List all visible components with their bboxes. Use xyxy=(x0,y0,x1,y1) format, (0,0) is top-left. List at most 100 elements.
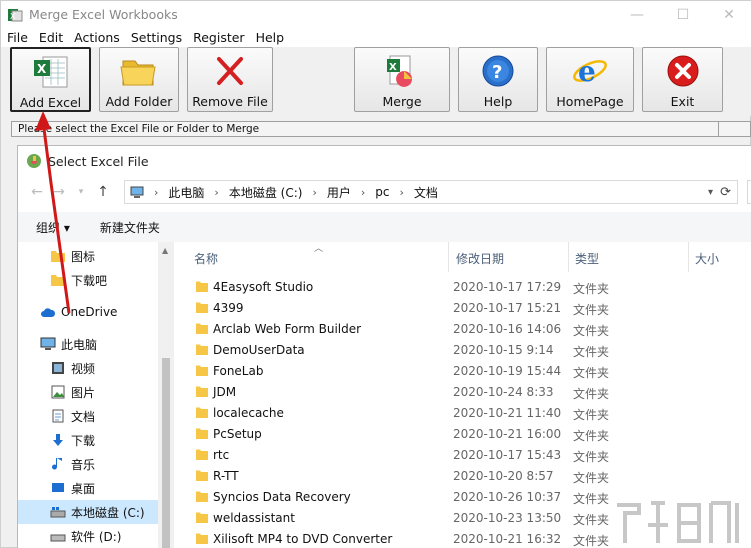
file-type: 文件夹 xyxy=(573,345,610,359)
remove-file-label: Remove File xyxy=(192,94,268,109)
file-row[interactable]: R-TT 2020-10-20 8:57 文件夹 xyxy=(196,466,751,487)
menu-settings[interactable]: Settings xyxy=(125,30,187,45)
menu-help[interactable]: Help xyxy=(250,30,290,45)
folder-icon xyxy=(120,60,156,86)
search-input[interactable] xyxy=(747,180,751,204)
close-button[interactable]: ✕ xyxy=(706,1,751,28)
svg-text:X: X xyxy=(37,62,47,76)
file-name: weldassistant xyxy=(213,511,295,525)
add-excel-button[interactable]: X Add Excel xyxy=(10,47,91,112)
file-row[interactable]: 4Easysoft Studio 2020-10-17 17:29 文件夹 xyxy=(196,277,751,298)
file-row[interactable]: PcSetup 2020-10-21 16:00 文件夹 xyxy=(196,424,751,445)
toolbar: X Add Excel Add Folder Remove File X Mer… xyxy=(1,47,751,116)
title-bar: X Merge Excel Workbooks — ☐ ✕ xyxy=(1,1,751,28)
svg-text:e: e xyxy=(578,55,596,88)
nav-item-xiazaiba[interactable]: 下载吧 xyxy=(18,268,158,292)
nav-item-downloads[interactable]: 下载 xyxy=(18,428,158,452)
forward-arrow-icon[interactable]: → xyxy=(48,184,70,200)
computer-icon xyxy=(40,336,56,352)
nav-item-documents[interactable]: 文档 xyxy=(18,404,158,428)
remove-x-icon xyxy=(217,57,243,85)
menu-register[interactable]: Register xyxy=(187,30,249,45)
status-bar: Please select the Excel File or Folder t… xyxy=(11,121,751,137)
breadcrumb-users[interactable]: 用户 xyxy=(327,184,351,201)
breadcrumb-pc[interactable]: pc xyxy=(375,185,389,199)
refresh-icon[interactable]: ⟳ xyxy=(720,185,731,200)
folder-icon xyxy=(196,512,208,523)
nav-item-icons[interactable]: 图标 xyxy=(18,244,158,268)
app-window: X Merge Excel Workbooks — ☐ ✕ File Edit … xyxy=(0,0,751,548)
breadcrumb-local-disk[interactable]: 本地磁盘 (C:) xyxy=(229,184,303,201)
file-date: 2020-10-19 15:44 xyxy=(453,364,562,378)
drive-icon xyxy=(50,504,66,520)
file-row[interactable]: FoneLab 2020-10-19 15:44 文件夹 xyxy=(196,361,751,382)
nav-item-music[interactable]: 音乐 xyxy=(18,452,158,476)
remove-file-button[interactable]: Remove File xyxy=(187,47,273,112)
menu-file[interactable]: File xyxy=(1,30,33,45)
column-header-name[interactable]: 名称 xyxy=(194,250,218,267)
back-arrow-icon[interactable]: ← xyxy=(26,184,48,200)
exit-button[interactable]: Exit xyxy=(642,47,723,112)
dialog-title-bar: Select Excel File xyxy=(18,146,751,176)
nav-item-onedrive[interactable]: OneDrive xyxy=(18,300,158,324)
new-folder-button[interactable]: 新建文件夹 xyxy=(100,219,160,236)
file-row[interactable]: rtc 2020-10-17 15:43 文件夹 xyxy=(196,445,751,466)
computer-small-icon xyxy=(130,186,144,198)
column-header-row: ︿ 名称 修改日期 类型 大小 xyxy=(176,242,751,272)
maximize-button[interactable]: ☐ xyxy=(660,1,706,28)
svg-text:X: X xyxy=(389,62,397,73)
folder-icon xyxy=(196,386,208,397)
add-folder-button[interactable]: Add Folder xyxy=(99,47,179,112)
column-divider[interactable] xyxy=(448,242,449,272)
folder-icon xyxy=(196,491,208,502)
nav-scrollbar[interactable]: ▲ xyxy=(158,242,174,548)
organize-button[interactable]: 组织 ▾ xyxy=(36,219,70,236)
nav-item-this-pc[interactable]: 此电脑 xyxy=(18,332,158,356)
file-date: 2020-10-17 17:29 xyxy=(453,280,562,294)
nav-item-label: 文档 xyxy=(71,409,96,424)
up-arrow-icon[interactable]: ↑ xyxy=(92,184,114,200)
svg-text:X: X xyxy=(10,12,16,21)
column-divider[interactable] xyxy=(568,242,569,272)
nav-item-label: 桌面 xyxy=(71,481,96,496)
homepage-button[interactable]: e HomePage xyxy=(546,47,634,112)
menu-actions[interactable]: Actions xyxy=(68,30,125,45)
folder-icon xyxy=(196,428,208,439)
nav-item-local-disk-c[interactable]: 本地磁盘 (C:) xyxy=(18,500,158,524)
file-type: 文件夹 xyxy=(573,387,610,401)
nav-item-desktop[interactable]: 桌面 xyxy=(18,476,158,500)
column-header-type[interactable]: 类型 xyxy=(575,250,599,267)
nav-item-software-d[interactable]: 软件 (D:) xyxy=(18,524,158,548)
app-icon: X xyxy=(8,8,23,21)
file-name: JDM xyxy=(213,385,237,399)
nav-item-label: 图片 xyxy=(71,385,96,400)
scrollbar-thumb[interactable] xyxy=(162,358,170,548)
minimize-button[interactable]: — xyxy=(614,1,660,28)
nav-item-videos[interactable]: 视频 xyxy=(18,356,158,380)
scroll-up-icon[interactable]: ▲ xyxy=(162,246,168,255)
breadcrumb-documents[interactable]: 文档 xyxy=(414,184,438,201)
file-row[interactable]: localecache 2020-10-21 11:40 文件夹 xyxy=(196,403,751,424)
merge-button[interactable]: X Merge xyxy=(354,47,450,112)
folder-icon xyxy=(196,323,208,334)
file-type: 文件夹 xyxy=(573,534,610,548)
help-button[interactable]: ? Help xyxy=(458,47,538,112)
file-row[interactable]: DemoUserData 2020-10-15 9:14 文件夹 xyxy=(196,340,751,361)
nav-item-pictures[interactable]: 图片 xyxy=(18,380,158,404)
file-row[interactable]: Arclab Web Form Builder 2020-10-16 14:06 文… xyxy=(196,319,751,340)
column-divider[interactable] xyxy=(688,242,689,272)
recent-chevron-icon[interactable]: ▾ xyxy=(70,187,92,197)
address-dropdown-icon[interactable]: ▾ xyxy=(708,187,713,198)
column-header-size[interactable]: 大小 xyxy=(695,250,719,267)
folder-icon xyxy=(50,248,66,264)
address-bar[interactable]: › 此电脑 › 本地磁盘 (C:) › 用户 › pc › 文档 ▾ ⟳ xyxy=(124,180,738,204)
file-name: Xilisoft MP4 to DVD Converter xyxy=(213,532,393,546)
file-row[interactable]: JDM 2020-10-24 8:33 文件夹 xyxy=(196,382,751,403)
download-icon xyxy=(50,432,66,448)
column-header-date[interactable]: 修改日期 xyxy=(456,250,504,267)
breadcrumb-this-pc[interactable]: 此电脑 xyxy=(168,184,204,201)
file-name: Syncios Data Recovery xyxy=(213,490,351,504)
menu-edit[interactable]: Edit xyxy=(33,30,68,45)
file-name: PcSetup xyxy=(213,427,262,441)
file-row[interactable]: 4399 2020-10-17 15:21 文件夹 xyxy=(196,298,751,319)
